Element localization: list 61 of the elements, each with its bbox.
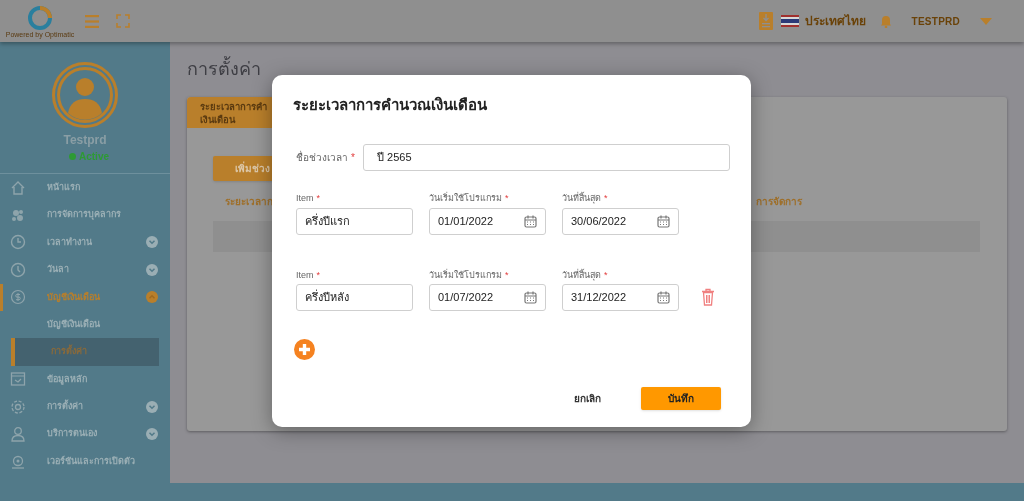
- fullscreen-button[interactable]: [115, 13, 131, 29]
- cancel-button[interactable]: ยกเลิก: [572, 387, 603, 410]
- sidebar-item[interactable]: เวลาทำงาน: [0, 228, 170, 257]
- sidebar-label: วันลา: [47, 263, 70, 277]
- date-field[interactable]: 01/01/2022: [429, 207, 546, 235]
- thailand-flag-icon[interactable]: [780, 15, 799, 27]
- calendar-icon[interactable]: [524, 291, 537, 304]
- sidebar-label: ข้อมูลหลัก: [47, 372, 88, 387]
- chevron-down-icon[interactable]: [146, 263, 158, 276]
- sidebar-item[interactable]: วันลา: [0, 256, 170, 284]
- caret-down-icon[interactable]: [980, 17, 992, 25]
- chevron-up-icon[interactable]: [146, 291, 158, 304]
- date-field[interactable]: 30/06/2022: [562, 207, 679, 235]
- page-title: การตั้งค่า: [187, 42, 1007, 97]
- input-field[interactable]: ปี 2565: [363, 144, 730, 171]
- input-field[interactable]: ครึ่งปีแรก: [296, 207, 413, 235]
- sidebar-label: เวอร์ชันและการเปิดตัว: [47, 454, 136, 468]
- sidebar-item[interactable]: การตั้งค่า: [0, 393, 170, 421]
- submenu-item[interactable]: บัญชีเงินเดือน: [0, 310, 170, 339]
- field-label: วันที่สิ้นสุด *: [562, 268, 609, 282]
- column-header: ระยะเวลาก: [225, 194, 273, 209]
- chevron-down-icon[interactable]: [146, 400, 158, 413]
- user-name[interactable]: TESTPRD: [911, 13, 960, 29]
- sidebar-item[interactable]: เวอร์ชันและการเปิดตัว: [0, 447, 170, 476]
- calendar-icon[interactable]: [524, 214, 537, 228]
- chevron-down-icon[interactable]: [146, 236, 158, 249]
- bell-icon[interactable]: [879, 14, 892, 28]
- logo-ring-icon: [27, 5, 53, 31]
- sidebar-item[interactable]: การจัดการบุคลากร: [0, 201, 170, 229]
- document-download-icon[interactable]: [758, 12, 773, 30]
- field-label: วันที่สิ้นสุด *: [562, 192, 609, 206]
- input-field[interactable]: ครึ่งปีหลัง: [296, 284, 413, 311]
- calendar-icon[interactable]: [657, 214, 670, 228]
- add-circle-icon[interactable]: [294, 339, 315, 360]
- field-label: Item *: [296, 192, 322, 205]
- field-label: วันเริ่มใช้โปรแกรม *: [429, 268, 510, 282]
- sidebar-label: หน้าแรก: [47, 180, 81, 194]
- sidebar-item[interactable]: หน้าแรก: [0, 174, 170, 202]
- sidebar-label: การจัดการบุคลากร: [47, 208, 122, 222]
- language-label[interactable]: ประเทศไทย: [804, 12, 866, 30]
- trash-icon[interactable]: [701, 288, 715, 306]
- dialog-title: ระยะเวลาการคำนวณเงินเดือน: [293, 95, 488, 115]
- save-button[interactable]: บันทึก: [641, 387, 721, 410]
- sidebar-label: การตั้งค่า: [47, 400, 84, 414]
- calendar-icon[interactable]: [657, 291, 670, 304]
- date-field[interactable]: 31/12/2022: [562, 284, 679, 311]
- status-dot-icon: [69, 153, 76, 160]
- sidebar-item[interactable]: บัญชีเงินเดือน: [0, 283, 170, 311]
- sidebar-item[interactable]: บริการตนเอง: [0, 420, 170, 448]
- sidebar-label: เวลาทำงาน: [47, 235, 93, 249]
- avatar-icon: [52, 62, 118, 128]
- date-field[interactable]: 01/07/2022: [429, 284, 546, 311]
- status-label: Active: [79, 150, 109, 164]
- chevron-down-icon[interactable]: [146, 428, 158, 441]
- profile-name: Testprd: [63, 132, 107, 149]
- column-header: การจัดการ: [756, 194, 802, 209]
- sidebar-label: บริการตนเอง: [47, 427, 98, 441]
- sidebar-item[interactable]: ข้อมูลหลัก: [0, 365, 170, 394]
- field-label: Item *: [296, 268, 322, 282]
- field-label: วันเริ่มใช้โปรแกรม *: [429, 192, 510, 205]
- sidebar-label: บัญชีเงินเดือน: [47, 290, 101, 304]
